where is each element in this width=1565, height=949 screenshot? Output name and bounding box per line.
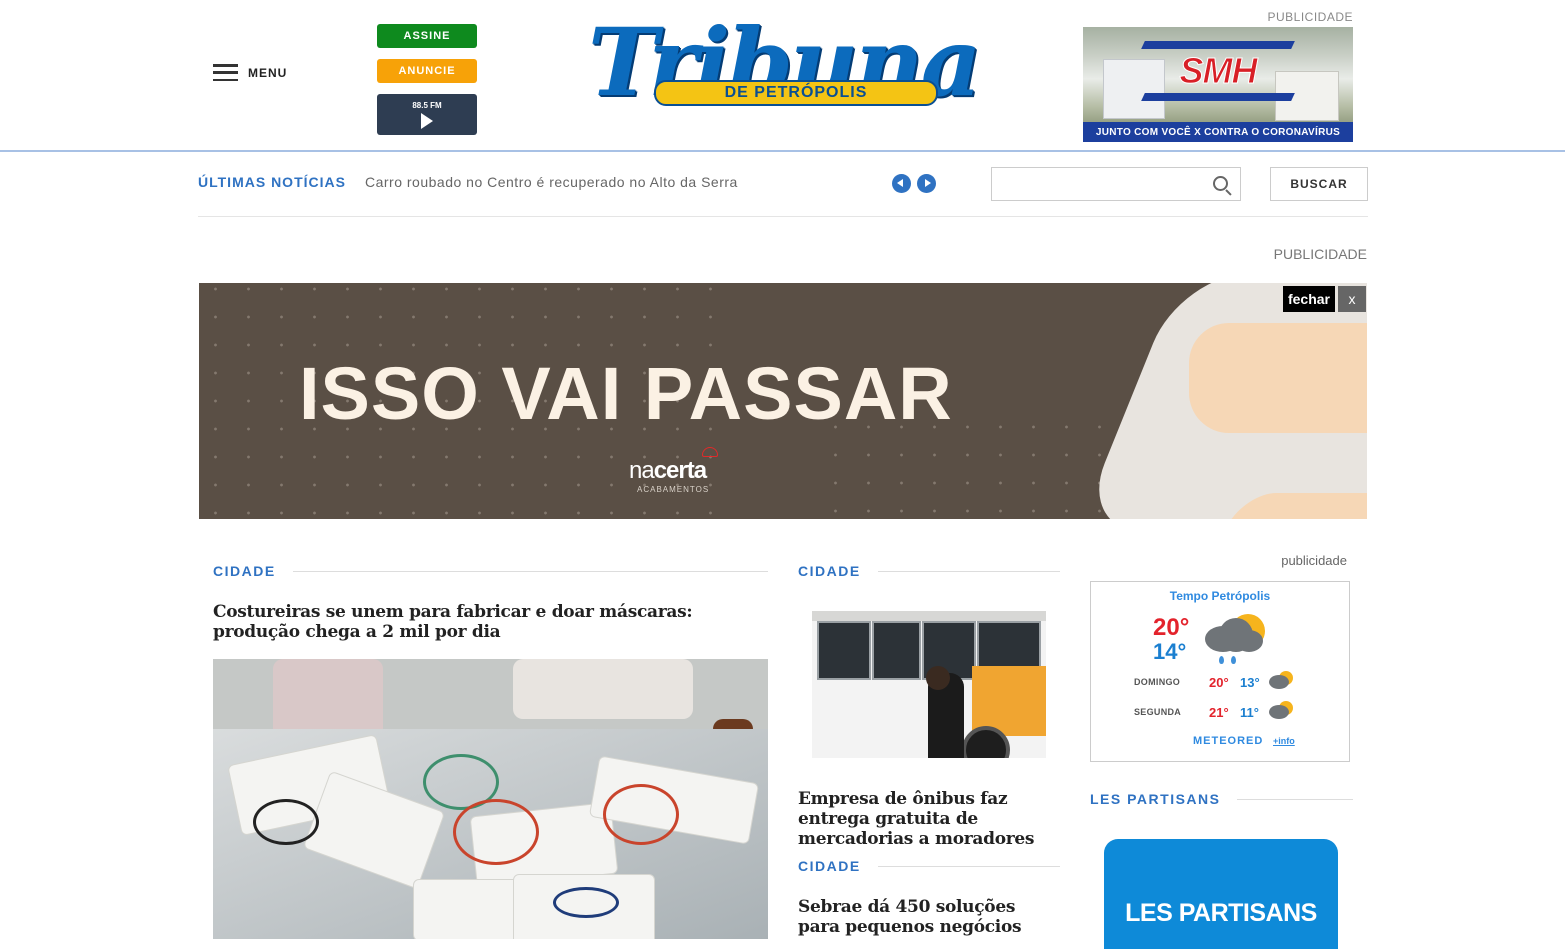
site-logo[interactable]: Tribuna DE PETRÓPOLIS [588, 8, 982, 134]
forecast-min: 13° [1240, 675, 1260, 690]
ad-brand-bold: certa [653, 457, 707, 484]
weather-info-link[interactable]: +info [1273, 736, 1295, 746]
section-label-cidade[interactable]: CIDADE [798, 858, 861, 874]
advertising-label: PUBLICIDADE [1267, 10, 1353, 24]
ad-brand-light: na [629, 457, 655, 484]
ad-headline: ISSO VAI PASSAR [299, 352, 953, 435]
section-divider [1237, 799, 1353, 800]
advertising-label: publicidade [1281, 553, 1347, 568]
search-icon[interactable] [1213, 176, 1228, 191]
smh-logo: SMH [1141, 41, 1295, 103]
article-headline[interactable]: Empresa de ônibus faz entrega gratuita d… [798, 789, 1060, 849]
weather-title: Tempo Petrópolis [1169, 589, 1271, 603]
forecast-min: 11° [1240, 705, 1259, 720]
weather-min-temp: 14° [1153, 639, 1187, 664]
forecast-day: DOMINGO [1134, 677, 1181, 687]
meteored-logo[interactable]: METEORED [1193, 735, 1263, 747]
ticker-divider [198, 216, 1368, 217]
brand-cap-icon [702, 447, 718, 457]
article-headline[interactable]: Costureiras se unem para fabricar e doar… [213, 602, 771, 642]
latest-news-label: ÚLTIMAS NOTÍCIAS [198, 174, 346, 190]
article-image-masks[interactable] [213, 659, 768, 939]
search-input[interactable] [992, 168, 1213, 198]
section-divider [878, 866, 1060, 867]
search-button[interactable]: BUSCAR [1270, 167, 1368, 201]
close-icon[interactable]: x [1338, 286, 1366, 312]
weather-max-temp: 20° [1153, 614, 1190, 641]
subscribe-button[interactable]: ASSINE [377, 24, 477, 48]
forecast-max: 20° [1209, 675, 1229, 690]
header-divider [0, 150, 1565, 152]
ad-decor-shape [1189, 323, 1367, 433]
search-field[interactable] [991, 167, 1241, 201]
les-partisans-card[interactable]: LES PARTISANS [1104, 839, 1338, 949]
radio-frequency: 88.5 FM [412, 100, 442, 110]
ad-caption: JUNTO COM VOCÊ X CONTRA O CORONAVÍRUS [1083, 122, 1353, 142]
section-label-cidade[interactable]: CIDADE [798, 563, 861, 579]
smh-ad-banner[interactable]: SMH JUNTO COM VOCÊ X CONTRA O CORONAVÍRU… [1083, 27, 1353, 142]
section-label-cidade[interactable]: CIDADE [213, 563, 276, 579]
ticker-headline-link[interactable]: Carro roubado no Centro é recuperado no … [365, 174, 738, 190]
menu-button[interactable]: MENU [213, 64, 287, 81]
weather-widget[interactable]: Tempo Petrópolis 20° 14° DOMINGO 20° 13°… [1090, 581, 1350, 762]
ticker-next-icon[interactable] [917, 174, 936, 193]
article-headline[interactable]: Sebrae dá 450 soluções para pequenos neg… [798, 897, 1060, 937]
nacerta-ad-banner[interactable]: ISSO VAI PASSAR nacerta ACABAMENTOS fech… [199, 283, 1367, 519]
section-label-les-partisans[interactable]: LES PARTISANS [1090, 791, 1220, 807]
close-ad-button[interactable]: fechar [1282, 286, 1335, 312]
les-partisans-card-text: LES PARTISANS [1125, 899, 1317, 927]
forecast-max: 21° [1209, 705, 1229, 720]
section-divider [878, 571, 1060, 572]
advertise-button[interactable]: ANUNCIE [377, 59, 477, 83]
hamburger-icon [213, 64, 238, 81]
section-divider [293, 571, 768, 572]
menu-label: MENU [248, 65, 288, 80]
forecast-day: SEGUNDA [1134, 707, 1182, 717]
radio-player-button[interactable]: 88.5 FM [377, 94, 477, 135]
ad-brand-logo: nacerta [629, 457, 707, 485]
smh-logo-text: SMH [1179, 50, 1258, 92]
play-icon [421, 112, 433, 129]
ad-brand-sub: ACABAMENTOS [637, 485, 710, 494]
ticker-prev-icon[interactable] [892, 174, 911, 193]
logo-subtitle: DE PETRÓPOLIS [654, 80, 938, 106]
article-image-bus[interactable] [812, 611, 1046, 758]
advertising-label: PUBLICIDADE [1273, 246, 1367, 262]
